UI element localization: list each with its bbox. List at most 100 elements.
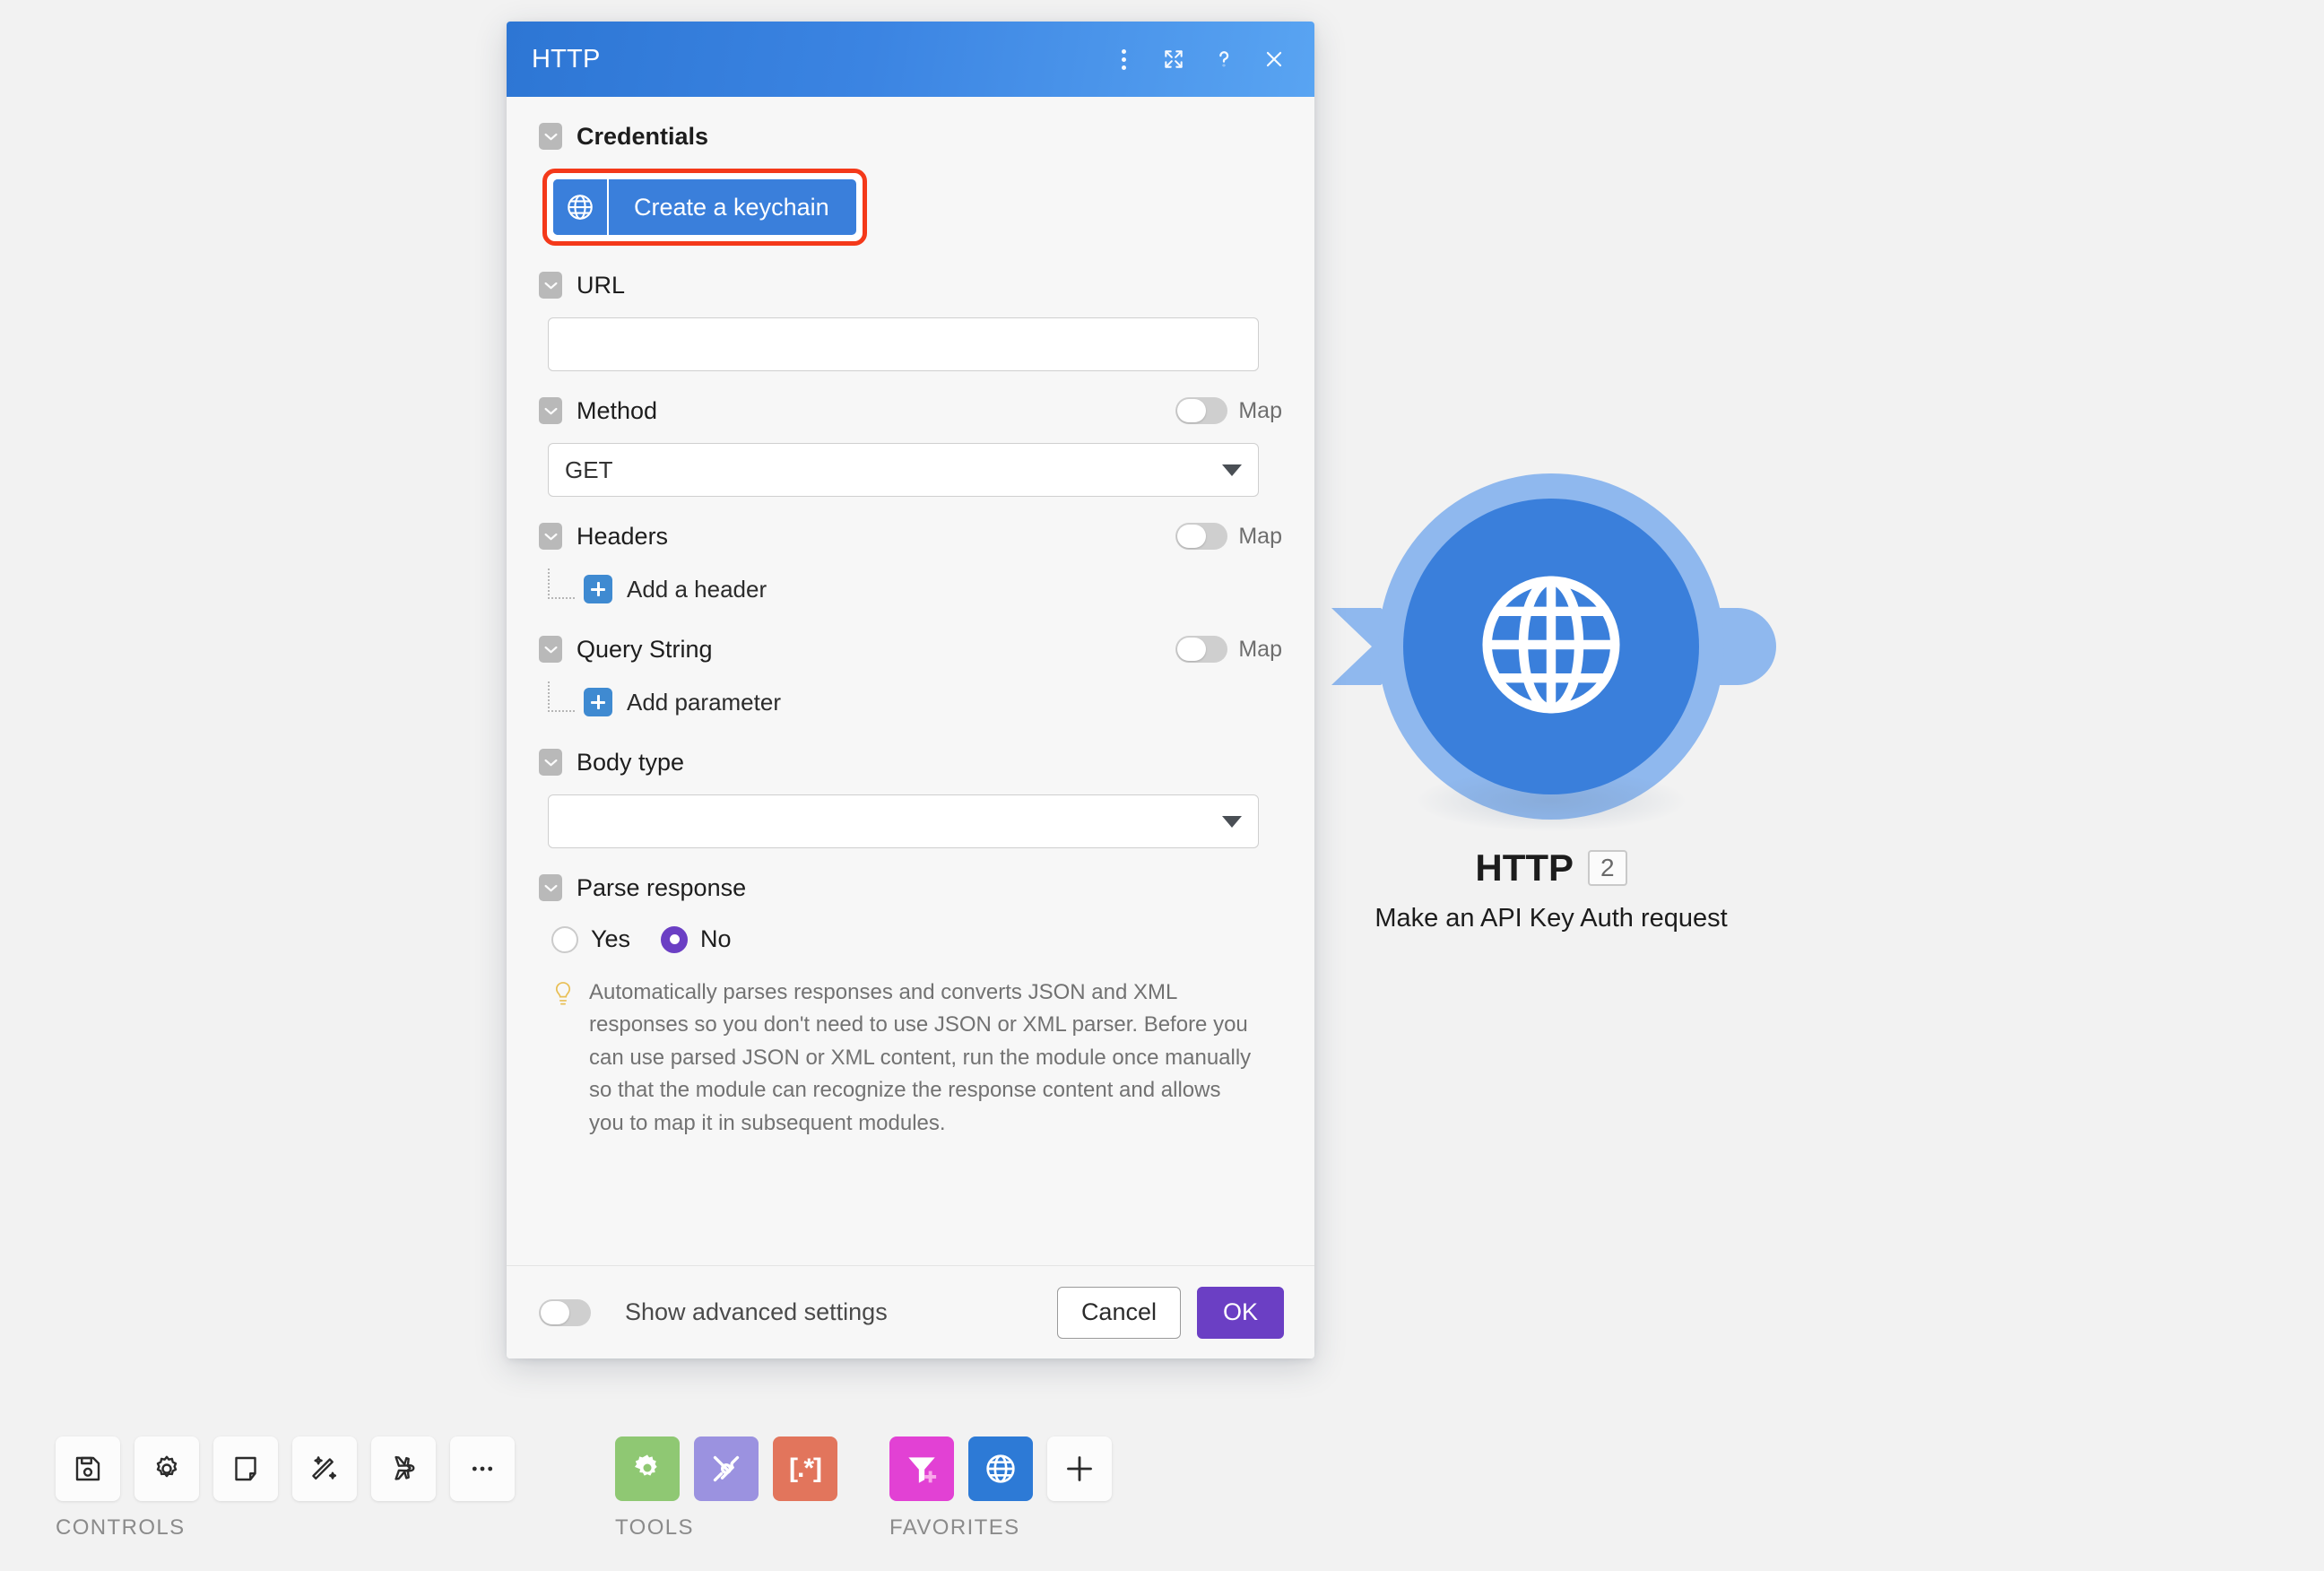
wrench-screwdriver-icon[interactable] — [694, 1436, 759, 1501]
http-settings-dialog: HTTP Credentials Create a keychain URL M… — [507, 22, 1314, 1358]
regex-label: [.*] — [789, 1454, 822, 1483]
cancel-button[interactable]: Cancel — [1056, 1286, 1181, 1339]
query-string-head: Query String Map — [539, 629, 1282, 669]
field-parse-response: Parse response Yes No Automatically pars… — [539, 848, 1282, 1140]
add-header-row[interactable]: Add a header — [548, 569, 1282, 610]
airplane-icon[interactable] — [371, 1436, 436, 1501]
body-type-head: Body type — [539, 742, 1282, 782]
add-icon[interactable] — [1047, 1436, 1112, 1501]
help-icon[interactable] — [1210, 46, 1237, 73]
url-input[interactable] — [548, 317, 1259, 371]
create-keychain-button[interactable]: Create a keychain — [553, 179, 856, 235]
chevron-down-icon[interactable] — [539, 874, 562, 901]
query-string-map-toggle-group: Map — [1175, 636, 1282, 663]
chevron-down-icon[interactable] — [539, 123, 562, 150]
method-label: Method — [577, 396, 658, 424]
globe-icon — [1468, 561, 1635, 733]
add-parameter-row[interactable]: Add parameter — [548, 681, 1282, 723]
dialog-body[interactable]: Credentials Create a keychain URL Method… — [507, 97, 1314, 1265]
parse-response-head: Parse response — [539, 868, 1282, 907]
credentials-highlight-ring: Create a keychain — [542, 169, 867, 246]
save-icon[interactable] — [56, 1436, 120, 1501]
query-string-label: Query String — [577, 635, 713, 663]
method-select-value: GET — [565, 456, 613, 483]
tools-icons: [.*] — [615, 1436, 837, 1501]
field-method: Method Map GET — [539, 371, 1282, 497]
filter-plus-icon[interactable] — [889, 1436, 954, 1501]
parse-response-radio-yes[interactable]: Yes — [551, 925, 630, 953]
dialog-footer: Show advanced settings Cancel OK — [507, 1265, 1314, 1358]
node-bubble[interactable] — [1331, 473, 1776, 832]
radio-icon — [551, 925, 578, 953]
plus-icon[interactable] — [584, 575, 612, 603]
gear-tool-icon[interactable] — [615, 1436, 680, 1501]
query-string-map-toggle[interactable] — [1175, 636, 1228, 663]
chevron-down-icon — [1222, 464, 1242, 476]
parse-response-yes-label: Yes — [591, 925, 631, 952]
controls-caption: CONTROLS — [56, 1515, 186, 1540]
node-core[interactable] — [1403, 499, 1699, 794]
method-head: Method Map — [539, 391, 1282, 430]
toolbar-favorites-group: FAVORITES — [889, 1436, 1112, 1541]
bottom-toolbar: CONTROLS [.*] TOOLS FAVORITES — [0, 1436, 2324, 1571]
dialog-actions — [1110, 46, 1288, 73]
parse-response-label: Parse response — [577, 873, 747, 901]
note-icon[interactable] — [213, 1436, 278, 1501]
ellipsis-icon[interactable] — [450, 1436, 515, 1501]
headers-head: Headers Map — [539, 516, 1282, 556]
url-head: URL — [539, 265, 1282, 305]
body-type-select[interactable] — [548, 794, 1259, 848]
method-map-label: Map — [1238, 397, 1282, 423]
show-advanced-settings-label: Show advanced settings — [625, 1298, 888, 1325]
field-credentials: Credentials Create a keychain — [539, 97, 1282, 246]
headers-label: Headers — [577, 522, 669, 550]
field-headers: Headers Map Add a header — [539, 497, 1282, 610]
regex-icon[interactable]: [.*] — [773, 1436, 837, 1501]
chevron-down-icon[interactable] — [539, 523, 562, 550]
method-select[interactable]: GET — [548, 443, 1259, 497]
node-subtitle: Make an API Key Auth request — [1374, 904, 1728, 933]
parse-response-hint-text: Automatically parses responses and conve… — [589, 980, 1252, 1135]
body-type-label: Body type — [577, 748, 685, 776]
tree-connector — [548, 681, 575, 712]
query-string-map-label: Map — [1238, 636, 1282, 662]
workflow-canvas: HTTP 2 Make an API Key Auth request HTTP — [0, 0, 2324, 1571]
node-title-row: HTTP 2 — [1336, 846, 1766, 890]
node-title: HTTP — [1475, 846, 1574, 889]
url-label: URL — [577, 271, 626, 299]
gear-icon[interactable] — [134, 1436, 199, 1501]
add-header-label: Add a header — [627, 575, 767, 603]
tools-caption: TOOLS — [615, 1515, 694, 1540]
globe-icon — [553, 179, 609, 235]
dialog-header: HTTP — [507, 22, 1314, 97]
ok-button[interactable]: OK — [1196, 1286, 1284, 1339]
globe-icon[interactable] — [968, 1436, 1033, 1501]
http-module-node[interactable]: HTTP 2 Make an API Key Auth request — [1331, 473, 1776, 933]
chevron-down-icon — [1222, 815, 1242, 828]
expand-icon[interactable] — [1160, 46, 1187, 73]
show-advanced-settings-toggle[interactable] — [539, 1298, 591, 1326]
more-options-icon[interactable] — [1110, 46, 1137, 73]
field-query-string: Query String Map Add parameter — [539, 610, 1282, 723]
node-count-badge: 2 — [1588, 849, 1627, 887]
toolbar-tools-group: [.*] TOOLS — [615, 1436, 837, 1541]
parse-response-radio-no[interactable]: No — [661, 925, 732, 953]
method-map-toggle[interactable] — [1175, 397, 1228, 424]
parse-response-hint: Automatically parses responses and conve… — [551, 976, 1260, 1140]
dialog-title: HTTP — [532, 44, 601, 74]
headers-map-label: Map — [1238, 523, 1282, 549]
plus-icon[interactable] — [584, 688, 612, 716]
add-parameter-label: Add parameter — [627, 688, 781, 716]
close-icon[interactable] — [1261, 46, 1288, 73]
chevron-down-icon[interactable] — [539, 636, 562, 663]
headers-map-toggle[interactable] — [1175, 523, 1228, 550]
chevron-down-icon[interactable] — [539, 749, 562, 776]
field-body-type: Body type — [539, 723, 1282, 848]
chevron-down-icon[interactable] — [539, 397, 562, 424]
credentials-label: Credentials — [577, 122, 709, 150]
radio-selected-icon — [661, 925, 689, 953]
parse-response-options: Yes No — [551, 925, 1282, 953]
credentials-head: Credentials — [539, 117, 1282, 156]
magic-wand-icon[interactable] — [292, 1436, 357, 1501]
chevron-down-icon[interactable] — [539, 272, 562, 299]
